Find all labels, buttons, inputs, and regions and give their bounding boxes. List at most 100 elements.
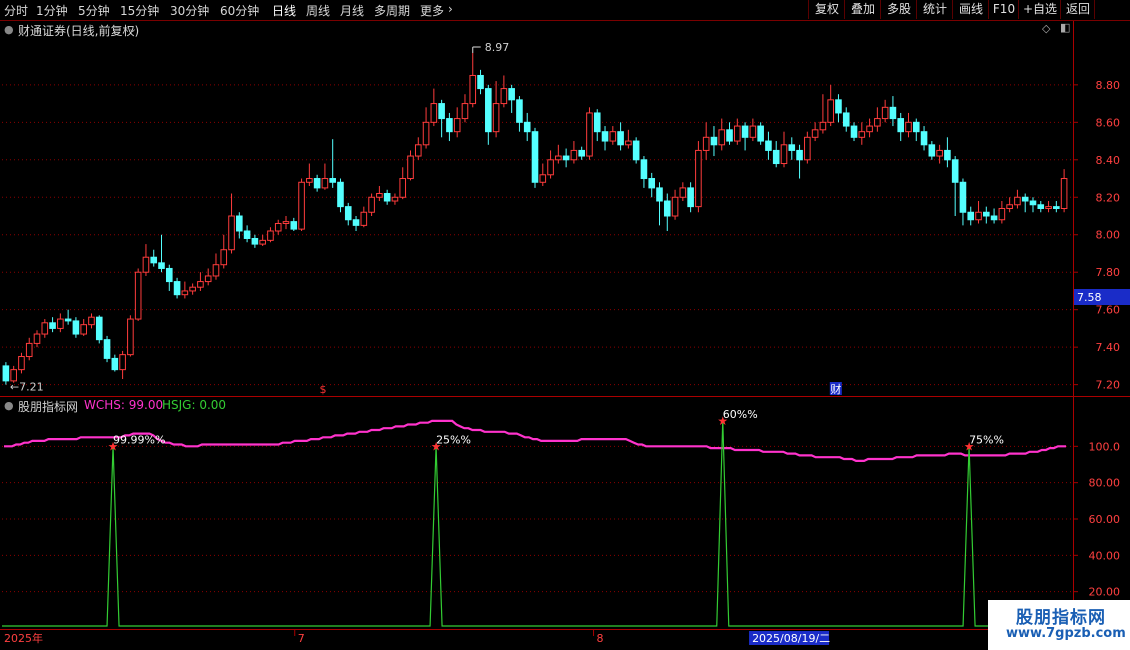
signal-label: 99.99%% [113, 433, 165, 446]
candle-down [337, 181, 344, 208]
candle-up [1006, 204, 1013, 210]
candle-down [663, 200, 671, 217]
candle-down [710, 136, 718, 146]
candle-up [671, 196, 679, 217]
candle-down [959, 181, 967, 213]
candle-up [804, 136, 811, 161]
candle-down [477, 74, 484, 90]
candle-up [461, 103, 469, 120]
candle-down [383, 193, 391, 202]
title-dropdown-icon[interactable]: ⌄ [128, 22, 137, 35]
candle-up [749, 125, 757, 138]
candle-up [228, 215, 235, 251]
candle-up [874, 118, 881, 127]
chart-canvas[interactable]: 8.97 ←7.21 $ 财 7.20 7.40 7.60 7.80 8.00 8.20 8.40… [0, 0, 1130, 650]
candle-down [150, 256, 158, 264]
candle-up [586, 112, 593, 157]
candle-down [516, 99, 523, 123]
watermark-line2: www.7gpzb.com [1006, 626, 1126, 641]
candle-down [64, 318, 72, 322]
candle-down [897, 118, 905, 133]
price-tick-label: 7.40 [1096, 341, 1121, 354]
candle-up [267, 230, 274, 241]
candle-up [734, 125, 741, 142]
candle-down [632, 140, 640, 161]
current-price-label: 7.58 [1077, 291, 1102, 304]
candle-up [492, 103, 500, 133]
candle-down [648, 178, 656, 189]
signal-label: 75%% [969, 433, 1004, 446]
price-tick-label: 8.20 [1096, 191, 1121, 204]
candle-up [469, 74, 477, 105]
candle-up [1045, 206, 1052, 210]
candle-down [1053, 206, 1060, 210]
candle-up [18, 356, 25, 371]
event-marker: $ [320, 383, 327, 396]
candle-up [866, 125, 873, 133]
candle-down [990, 215, 998, 221]
price-tick-label: 7.60 [1096, 304, 1121, 317]
indicator-panel: ★99.99%%★25%%★60%%★75%%★99.99%% [2, 408, 1130, 627]
candle-up [282, 221, 290, 224]
candle-up [780, 144, 788, 165]
candle-down [920, 131, 928, 146]
candle-up [679, 187, 687, 198]
candle-down [765, 140, 772, 151]
candle-up [936, 149, 943, 157]
hsjg-series-line [2, 420, 1130, 627]
candle-down [438, 103, 445, 120]
candle-up [407, 155, 414, 180]
panel-toggle-icon[interactable]: ◧ [1060, 21, 1070, 34]
candle-down [967, 211, 975, 221]
indicator-tick-label: 60.00 [1089, 513, 1121, 526]
price-axis: 7.20 7.40 7.60 7.80 8.00 8.20 8.40 8.60 8.80 7.58 [1073, 79, 1130, 392]
wchs-label: WCHS: 99.00 [84, 398, 164, 412]
candle-up [204, 275, 212, 283]
candle-up [391, 196, 399, 202]
candle-up [57, 318, 64, 329]
candle-up [321, 178, 329, 189]
candle-down [72, 320, 80, 335]
date-month-label: 8 [597, 632, 604, 645]
indicator-tick-label: 80.00 [1089, 477, 1121, 490]
candle-down [165, 267, 173, 283]
grid-lines [0, 20, 1130, 630]
candle-down [601, 131, 609, 142]
candle-up [88, 316, 95, 326]
candle-down [236, 215, 243, 232]
candle-up [298, 181, 305, 230]
candle-down [796, 149, 803, 161]
signal-label: 25%% [436, 433, 471, 446]
candle-down [656, 187, 663, 202]
watermark-logo: 股朋指标网 www.7gpzb.com [988, 600, 1130, 650]
diamond-icon[interactable]: ◇ [1042, 22, 1050, 35]
indicator-collapse-icon[interactable]: ● [4, 399, 14, 412]
date-cursor-label: 2025/08/19/二 [752, 632, 830, 645]
candle-down [531, 131, 539, 183]
candle-down [243, 230, 251, 239]
price-tick-label: 7.80 [1096, 266, 1121, 279]
low-price-label: ←7.21 [10, 381, 44, 394]
candle-down [173, 281, 181, 296]
indicator-tick-label: 100.0 [1089, 440, 1121, 453]
candle-up [702, 136, 710, 151]
candle-up [181, 290, 189, 296]
candle-up [453, 118, 461, 133]
candle-down [928, 144, 936, 157]
date-axis: 2025年7810112025/08/19/二 [4, 630, 830, 645]
candle-down [290, 221, 298, 230]
candle-down [313, 178, 321, 189]
candle-down [726, 129, 733, 142]
signal-label: 60%% [723, 408, 758, 421]
candle-up [33, 333, 41, 344]
indicator-name: 股朋指标网 [18, 400, 79, 414]
candle-up [430, 103, 438, 123]
candle-down [982, 211, 990, 217]
title-dot-icon: ● [4, 23, 14, 36]
candle-up [212, 264, 220, 277]
candle-up [609, 131, 617, 142]
candle-up [399, 178, 407, 198]
candle-down [640, 159, 648, 180]
candle-down [842, 112, 850, 127]
candle-up [858, 131, 866, 138]
